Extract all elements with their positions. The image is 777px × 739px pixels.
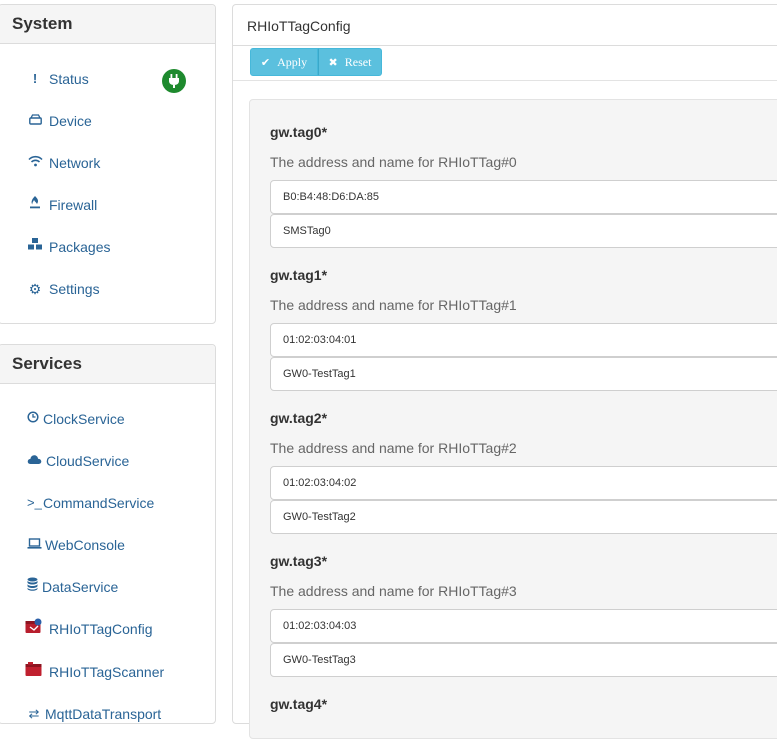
gear-icon: ⚙ bbox=[28, 281, 42, 297]
tag-name-input[interactable]: GW0-TestTag3 bbox=[270, 643, 777, 677]
apply-button[interactable]: ✔ Apply bbox=[250, 48, 318, 76]
close-icon: ✖ bbox=[328, 55, 338, 69]
hdd-icon bbox=[27, 111, 43, 131]
sidebar-item-label: Packages bbox=[49, 239, 111, 255]
toolbar: ✔ Apply ✖ Reset bbox=[233, 46, 777, 81]
sidebar-item-label: Status bbox=[49, 71, 89, 87]
sidebar-item-label: Device bbox=[49, 113, 92, 129]
plugin-scanner-icon bbox=[25, 661, 43, 683]
sidebar-item-cloudservice[interactable]: CloudService bbox=[27, 451, 129, 471]
sidebar-item-network[interactable]: Network bbox=[27, 153, 100, 173]
tag-title: gw.tag4* bbox=[270, 696, 328, 712]
sidebar-item-settings[interactable]: ⚙ Settings bbox=[27, 279, 100, 299]
wifi-icon bbox=[27, 153, 43, 173]
cloud-icon bbox=[27, 451, 42, 471]
sidebar-item-mqttdatatransport[interactable]: ⇄ MqttDataTransport bbox=[27, 704, 162, 724]
check-icon: ✔ bbox=[260, 55, 271, 69]
sidebar-item-label: Firewall bbox=[49, 197, 98, 213]
fire-icon bbox=[27, 195, 43, 215]
config-panel: RHIoTTagConfig ✔ Apply ✖ Reset gw.tag0* … bbox=[232, 4, 777, 739]
tag-title: gw.tag3* bbox=[270, 553, 328, 569]
sidebar-item-label: CloudService bbox=[46, 453, 130, 469]
sidebar-item-dataservice[interactable]: DataService bbox=[27, 577, 118, 597]
transport-icon: ⇄ bbox=[28, 706, 40, 721]
sidebar-item-label: DataService bbox=[42, 579, 119, 595]
sidebar-item-rhiottagconfig[interactable]: RHIoTTagConfig bbox=[25, 618, 153, 640]
services-panel: Services ClockService CloudService >_ Co… bbox=[0, 344, 216, 724]
sidebar-item-label: ClockService bbox=[43, 411, 125, 427]
sidebar-item-label: RHIoTTagScanner bbox=[49, 664, 165, 680]
services-heading: Services bbox=[0, 345, 215, 384]
sidebar-item-label: WebConsole bbox=[45, 537, 125, 553]
tag-name-input[interactable]: SMSTag0 bbox=[270, 214, 777, 248]
cubes-icon bbox=[27, 237, 43, 257]
system-panel: System ! Status Device Network Firewall bbox=[0, 4, 216, 324]
database-icon bbox=[27, 577, 38, 597]
tag-description: The address and name for RHIoTTag#1 bbox=[270, 297, 517, 313]
sidebar-item-label: Settings bbox=[49, 281, 100, 297]
tag-address-input[interactable]: 01:02:03:04:03 bbox=[270, 609, 777, 643]
tag-name-input[interactable]: GW0-TestTag2 bbox=[270, 500, 777, 534]
plugin-config-icon bbox=[25, 618, 43, 640]
tag-title: gw.tag2* bbox=[270, 410, 328, 426]
sidebar-item-device[interactable]: Device bbox=[27, 111, 92, 131]
sidebar-item-status[interactable]: ! Status bbox=[27, 69, 89, 89]
laptop-icon bbox=[27, 535, 42, 555]
sidebar-item-packages[interactable]: Packages bbox=[27, 237, 110, 257]
tag-title: gw.tag1* bbox=[270, 267, 328, 283]
tag-description: The address and name for RHIoTTag#0 bbox=[270, 154, 517, 170]
sidebar-item-label: MqttDataTransport bbox=[45, 706, 162, 722]
exclamation-icon: ! bbox=[32, 71, 38, 86]
apply-label: Apply bbox=[277, 54, 308, 69]
sidebar-item-firewall[interactable]: Firewall bbox=[27, 195, 97, 215]
config-form: gw.tag0* The address and name for RHIoTT… bbox=[249, 99, 777, 739]
sidebar-item-rhiottagscanner[interactable]: RHIoTTagScanner bbox=[25, 662, 164, 682]
terminal-icon: >_ bbox=[27, 495, 42, 510]
tag-title: gw.tag0* bbox=[270, 124, 328, 140]
tag-description: The address and name for RHIoTTag#2 bbox=[270, 440, 517, 456]
sidebar-item-label: CommandService bbox=[43, 495, 155, 511]
sidebar-item-label: RHIoTTagConfig bbox=[49, 621, 153, 637]
clock-icon bbox=[27, 409, 39, 429]
plug-icon bbox=[162, 69, 186, 93]
page-title: RHIoTTagConfig bbox=[233, 5, 777, 46]
tag-description: The address and name for RHIoTTag#3 bbox=[270, 583, 517, 599]
reset-label: Reset bbox=[344, 54, 372, 69]
tag-name-input[interactable]: GW0-TestTag1 bbox=[270, 357, 777, 391]
sidebar-item-label: Network bbox=[49, 155, 101, 171]
sidebar-item-commandservice[interactable]: >_ CommandService bbox=[27, 493, 154, 513]
tag-address-input[interactable]: B0:B4:48:D6:DA:85 bbox=[270, 180, 777, 214]
reset-button[interactable]: ✖ Reset bbox=[318, 48, 382, 76]
tag-address-input[interactable]: 01:02:03:04:02 bbox=[270, 466, 777, 500]
system-heading: System bbox=[0, 5, 215, 44]
sidebar-item-clockservice[interactable]: ClockService bbox=[27, 409, 125, 429]
tag-address-input[interactable]: 01:02:03:04:01 bbox=[270, 323, 777, 357]
sidebar-item-webconsole[interactable]: WebConsole bbox=[27, 535, 125, 555]
